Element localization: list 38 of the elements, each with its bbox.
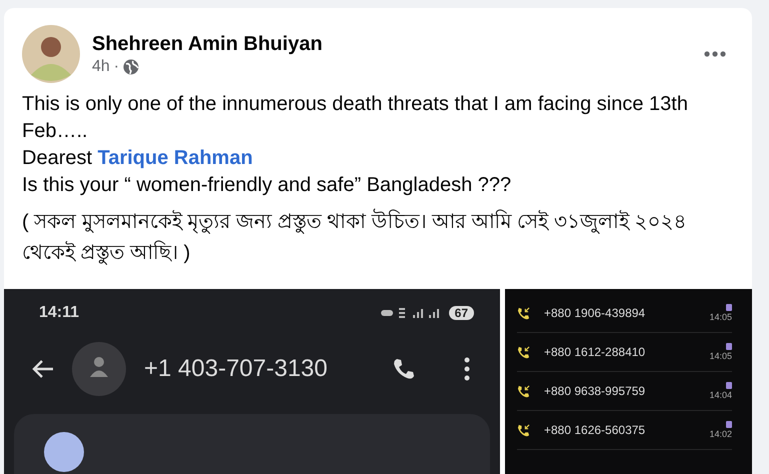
sender-avatar-icon (44, 432, 84, 472)
post-text: ( সকল মুসলমানকেই মৃত্যুর জন্য প্রস্তুত থাকা উচিত। আর আমি সেই ৩১জুলাই ২০২৪ থেকেই প্রস্তুত আছি। ) (22, 207, 722, 269)
incoming-call-icon (517, 346, 530, 358)
sim-icon (726, 304, 732, 311)
separator-dot: · (114, 58, 120, 76)
back-arrow-icon[interactable] (32, 359, 54, 379)
post-text: This is only one of the innumerous death threats that I am facing since 13th Feb….. (22, 92, 689, 144)
post-time[interactable]: 4h (92, 58, 110, 76)
author-name[interactable]: Shehreen Amin Bhuiyan (92, 32, 692, 56)
status-clock: 14:11 (39, 304, 80, 322)
incoming-call-icon (517, 306, 530, 320)
signal-icons (380, 306, 441, 320)
phone-screenshot[interactable]: 14:11 67 +1 403-707-3130 (4, 289, 500, 474)
incoming-call-icon (517, 384, 530, 398)
contact-avatar-icon (72, 342, 126, 396)
globe-icon (123, 58, 140, 74)
post-text: Dearest Tarique Rahman (22, 146, 254, 171)
sim-icon (726, 382, 732, 389)
more-options-icon[interactable] (704, 51, 726, 57)
contact-number: +1 403-707-3130 (144, 355, 328, 383)
mention-link[interactable]: Tarique Rahman (98, 147, 253, 169)
post-text: Is this your “ women-friendly and safe” Bangladesh ??? (22, 173, 512, 198)
caller-number: +880 9638-995759 (544, 384, 646, 398)
battery-level: 67 (448, 306, 474, 320)
incoming-call-icon (517, 424, 530, 436)
avatar-icon[interactable] (22, 25, 80, 83)
caller-number: +880 1612-288410 (544, 345, 646, 359)
phone-icon[interactable] (392, 357, 416, 381)
caller-number: +880 1626-560375 (544, 423, 646, 437)
call-time: 14:05 (709, 351, 732, 361)
more-options-icon[interactable] (464, 357, 470, 381)
call-time: 14:05 (709, 312, 732, 322)
call-time: 14:04 (709, 390, 732, 400)
sim-icon (726, 343, 732, 350)
call-log-screenshot[interactable]: +880 1906-439894 14:05 +880 1612-288410 14:05 +880 9638-995759 14:04 +880 1626-560375 14:02 (505, 289, 752, 474)
sim-icon (726, 421, 732, 428)
caller-number: +880 1906-439894 (544, 306, 646, 320)
call-time: 14:02 (709, 429, 732, 439)
